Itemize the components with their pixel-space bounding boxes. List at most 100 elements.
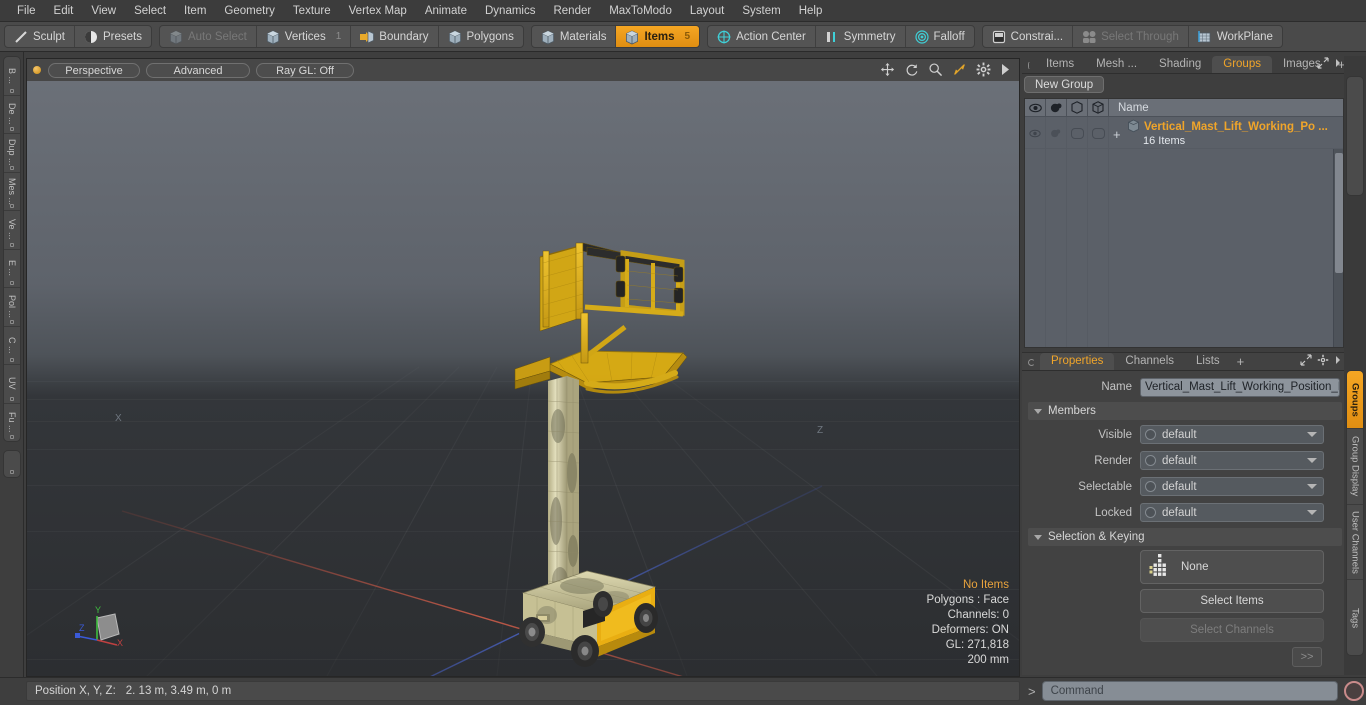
- menu-item-texture[interactable]: Texture: [284, 3, 340, 19]
- play-icon[interactable]: [1000, 63, 1011, 79]
- tab-groups[interactable]: Groups: [1212, 56, 1272, 73]
- left-tab-9[interactable]: Fu ...: [4, 404, 20, 442]
- tab-channels[interactable]: Channels: [1114, 353, 1185, 370]
- new-group-button[interactable]: New Group: [1024, 76, 1105, 93]
- toolbar-button-action-center[interactable]: Action Center: [708, 26, 816, 47]
- member-state-circle[interactable]: [1145, 507, 1156, 518]
- side-tab-groups[interactable]: Groups: [1347, 371, 1363, 429]
- properties-menu-dot[interactable]: [1028, 359, 1035, 366]
- toolbar-button-polygons[interactable]: Polygons: [439, 26, 523, 47]
- move-icon[interactable]: [880, 62, 895, 80]
- select-items-button[interactable]: Select Items: [1140, 589, 1324, 613]
- toolbar-button-select-through[interactable]: Select Through: [1073, 26, 1189, 47]
- selection-set-field[interactable]: None: [1140, 550, 1324, 584]
- gear-icon[interactable]: [1317, 354, 1329, 369]
- row-eye-toggle[interactable]: [1025, 117, 1046, 149]
- left-tab-1[interactable]: De ...: [4, 96, 20, 134]
- right-strip-top-box[interactable]: [1346, 76, 1364, 196]
- menu-item-system[interactable]: System: [733, 3, 789, 19]
- toolbar-button-auto-select[interactable]: Auto Select: [160, 26, 257, 47]
- rotate-icon[interactable]: [904, 62, 919, 80]
- member-state-circle[interactable]: [1145, 429, 1156, 440]
- toolbar-button-sculpt[interactable]: Sculpt: [5, 26, 75, 47]
- name-field[interactable]: Vertical_Mast_Lift_Working_Position_D: [1140, 377, 1340, 397]
- more-options-button[interactable]: >>: [1292, 647, 1322, 667]
- menu-item-dynamics[interactable]: Dynamics: [476, 3, 544, 19]
- eye-icon[interactable]: [1025, 98, 1046, 117]
- menu-item-help[interactable]: Help: [790, 3, 832, 19]
- group-list-scrollbar[interactable]: [1333, 149, 1343, 347]
- row-render-toggle[interactable]: [1088, 117, 1109, 149]
- toolbar-button-falloff[interactable]: Falloff: [906, 26, 974, 47]
- menu-item-view[interactable]: View: [82, 3, 125, 19]
- left-tab-6[interactable]: Pol ...: [4, 288, 20, 327]
- cube-wire-icon[interactable]: [1088, 98, 1109, 117]
- model-vertical-mast-lift[interactable]: [27, 81, 1019, 676]
- menu-item-edit[interactable]: Edit: [45, 3, 83, 19]
- left-tab-7[interactable]: C ...: [4, 327, 20, 365]
- viewport-menu-dot[interactable]: [33, 66, 41, 74]
- menu-item-animate[interactable]: Animate: [416, 3, 476, 19]
- side-tab-tags[interactable]: Tags: [1347, 580, 1363, 655]
- tab-mesh[interactable]: Mesh ...: [1085, 56, 1148, 73]
- menu-item-geometry[interactable]: Geometry: [215, 3, 284, 19]
- zoom-icon[interactable]: [928, 62, 943, 80]
- tab-lists[interactable]: Lists: [1185, 353, 1231, 370]
- cube-outline-icon[interactable]: [1067, 98, 1088, 117]
- member-state-circle[interactable]: [1145, 481, 1156, 492]
- gear-icon[interactable]: [976, 62, 991, 80]
- row-visible-toggle[interactable]: [1067, 117, 1088, 149]
- tab-properties[interactable]: Properties: [1040, 353, 1115, 370]
- left-tab-2[interactable]: Dup ...: [4, 134, 20, 173]
- viewport-view-mode[interactable]: Perspective: [48, 62, 140, 78]
- left-tab-4[interactable]: Ve ...: [4, 211, 20, 250]
- toolbar-button-constrai[interactable]: Constrai...: [983, 26, 1074, 47]
- viewport-3d-canvas[interactable]: X Z No Items Polygons: Face Channels: 0…: [27, 81, 1019, 676]
- member-dropdown-render[interactable]: default: [1140, 451, 1324, 470]
- axis-gizmo[interactable]: Y X Z: [71, 598, 133, 654]
- shading-icon[interactable]: [1046, 98, 1067, 117]
- expand-icon[interactable]: [1300, 354, 1312, 369]
- maximize-icon[interactable]: [952, 62, 967, 80]
- group-item[interactable]: Vertical_Mast_Lift_Working_Po ...: [1127, 119, 1343, 134]
- toolbar-button-items[interactable]: Items 5: [616, 26, 700, 47]
- left-tab-8[interactable]: UV: [4, 365, 20, 404]
- viewport-shading-mode[interactable]: Advanced: [146, 62, 250, 78]
- toolbar-button-vertices[interactable]: Vertices 1: [257, 26, 352, 47]
- command-status-led[interactable]: [1344, 681, 1364, 701]
- side-tab-group-display[interactable]: Group Display: [1347, 429, 1363, 505]
- left-tab-0[interactable]: B ...: [4, 57, 20, 96]
- selection-section-header[interactable]: Selection & Keying: [1028, 528, 1342, 546]
- left-tab-3[interactable]: Mes ...: [4, 173, 20, 211]
- row-shading-toggle[interactable]: [1046, 117, 1067, 149]
- toolbar-button-boundary[interactable]: Boundary: [351, 26, 439, 47]
- menu-item-item[interactable]: Item: [175, 3, 215, 19]
- menu-item-vertex-map[interactable]: Vertex Map: [340, 3, 416, 19]
- group-list-body[interactable]: [1025, 149, 1343, 347]
- side-tab-user-channels[interactable]: User Channels: [1347, 505, 1363, 581]
- expand-icon[interactable]: [1317, 57, 1329, 72]
- panel-menu-dot[interactable]: [1028, 62, 1030, 69]
- viewport-raygl-toggle[interactable]: Ray GL: Off: [256, 62, 354, 78]
- toolbar-button-presets[interactable]: Presets: [75, 26, 151, 47]
- chevron-right-icon[interactable]: [1334, 355, 1342, 368]
- tab-items[interactable]: Items: [1035, 56, 1085, 73]
- toolbar-button-workplane[interactable]: WorkPlane: [1189, 26, 1282, 47]
- expand-toggle[interactable]: +: [1113, 127, 1121, 142]
- menu-item-render[interactable]: Render: [544, 3, 600, 19]
- members-section-header[interactable]: Members: [1028, 402, 1342, 420]
- member-dropdown-visible[interactable]: default: [1140, 425, 1324, 444]
- chevron-right-icon[interactable]: [1334, 58, 1342, 71]
- member-state-circle[interactable]: [1145, 455, 1156, 466]
- table-row[interactable]: + Vertical_Mast_Lift_Working_Po ... 16 I…: [1025, 117, 1343, 149]
- menu-item-maxtomodo[interactable]: MaxToModo: [600, 3, 681, 19]
- command-input[interactable]: Command: [1041, 681, 1338, 701]
- left-tab-5[interactable]: E ...: [4, 250, 20, 288]
- menu-item-file[interactable]: File: [8, 3, 45, 19]
- member-dropdown-locked[interactable]: default: [1140, 503, 1324, 522]
- left-extra-panel[interactable]: [3, 450, 21, 478]
- tab-shading[interactable]: Shading: [1148, 56, 1212, 73]
- menu-item-layout[interactable]: Layout: [681, 3, 734, 19]
- member-dropdown-selectable[interactable]: default: [1140, 477, 1324, 496]
- menu-item-select[interactable]: Select: [125, 3, 175, 19]
